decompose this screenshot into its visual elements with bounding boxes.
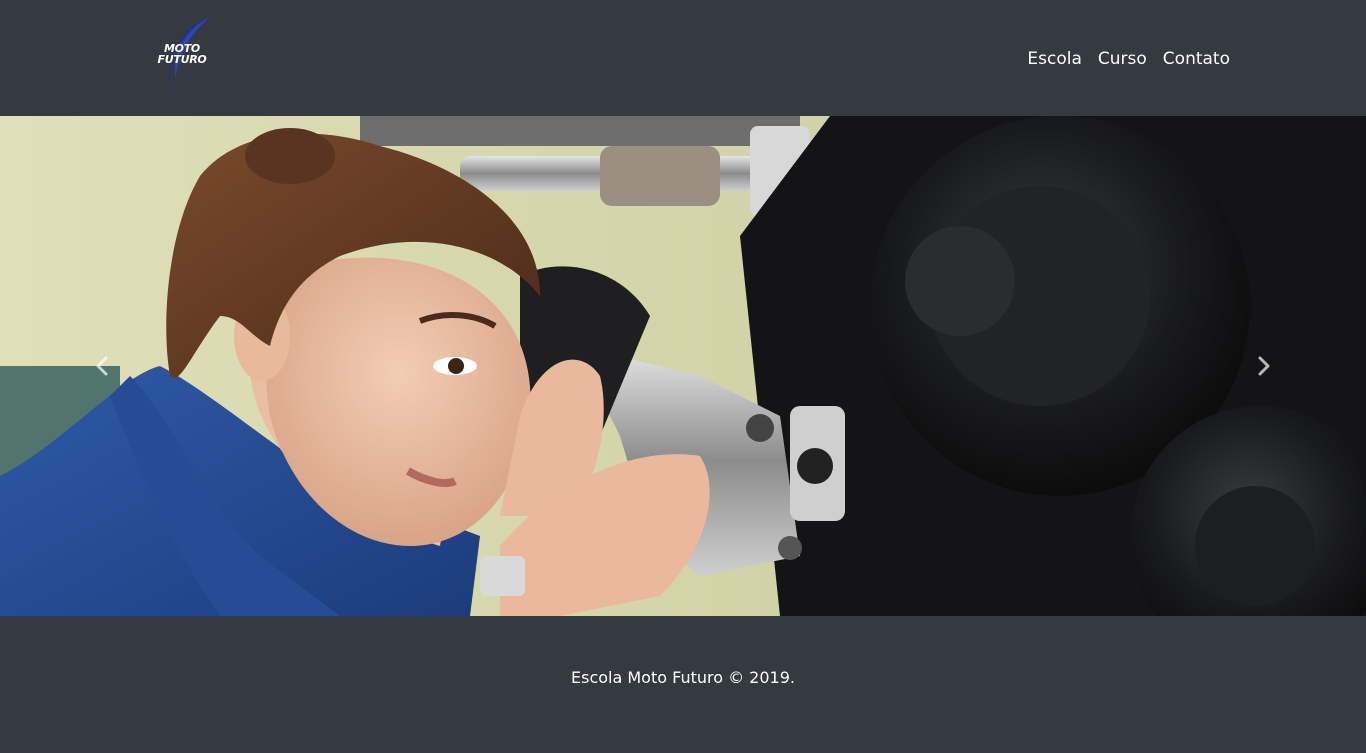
chevron-right-icon: [1258, 356, 1270, 376]
nav-link-curso[interactable]: Curso: [1098, 47, 1147, 71]
logo-text-line2: FUTURO: [157, 53, 207, 66]
carousel-prev-button[interactable]: [0, 116, 205, 616]
carousel-next-button[interactable]: [1161, 116, 1366, 616]
moto-futuro-logo[interactable]: MOTO FUTURO: [143, 16, 219, 100]
nav-link-contato[interactable]: Contato: [1163, 47, 1230, 71]
footer-copyright: Escola Moto Futuro © 2019.: [571, 667, 795, 687]
image-carousel: [0, 116, 1366, 616]
nav-link-escola[interactable]: Escola: [1027, 47, 1082, 71]
footer: Escola Moto Futuro © 2019.: [0, 616, 1366, 753]
navbar: MOTO FUTURO Escola Curso Contato: [0, 0, 1366, 116]
chevron-left-icon: [96, 356, 108, 376]
main-nav: Escola Curso Contato: [1027, 47, 1230, 71]
